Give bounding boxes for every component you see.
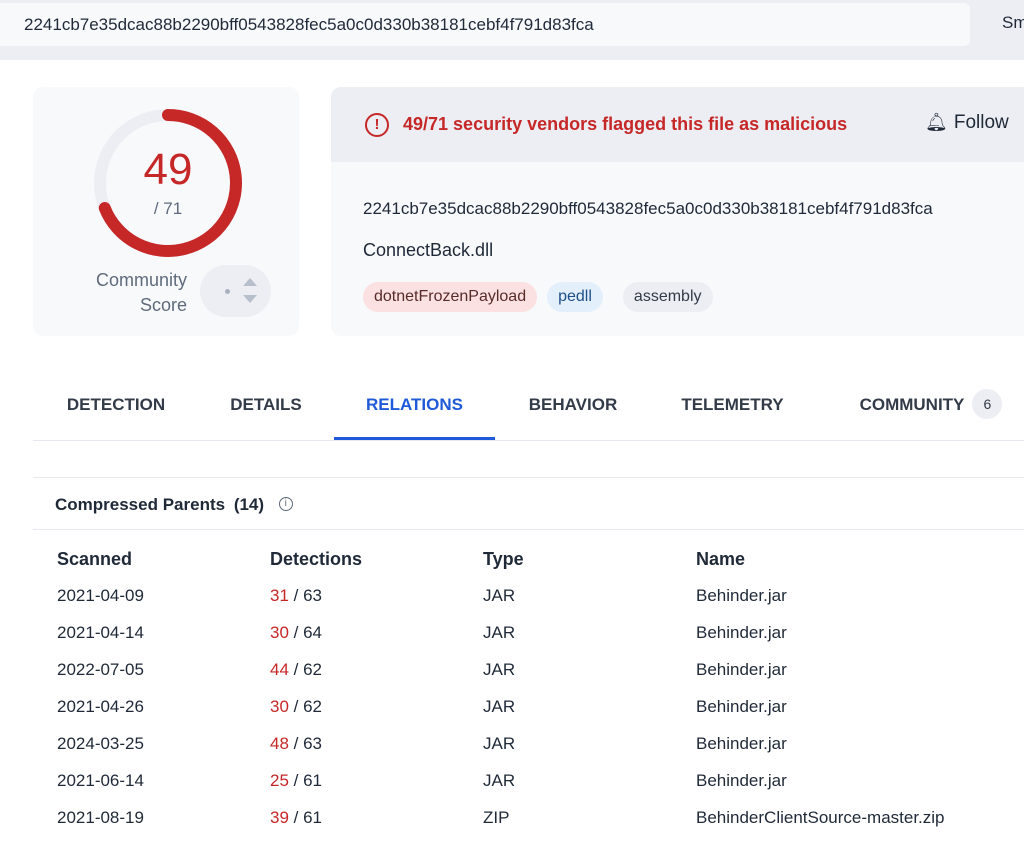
file-name-link[interactable]: Behinder.jar [696,697,787,717]
file-type: JAR [483,623,516,642]
detection-total: / 71 [153,199,183,218]
tab-community-label: COMMUNITY [859,395,965,414]
top-bar: Sm [0,0,1024,60]
detections-positives: 30 [270,623,289,642]
detections: 39 / 61 [270,808,322,828]
follow-label: Follow [953,112,1009,133]
file-name-link[interactable]: Behinder.jar [696,623,787,643]
file-name-link[interactable]: Behinder.jar [696,660,787,680]
exclamation-circle-icon: ! [365,113,389,137]
file-hash: 2241cb7e35dcac88b2290bff0543828fec5a0c0d… [363,199,933,218]
detections: 48 / 63 [270,734,322,754]
detections-positives: 30 [270,697,289,716]
alert-text: 49/71 security vendors flagged this file… [403,114,848,134]
tag-assembly[interactable]: assembly [622,282,713,312]
file-type: JAR [483,586,516,605]
detections: 44 / 62 [270,660,322,680]
file-name: ConnectBack.dll [363,240,494,260]
detections-total: / 62 [293,660,323,679]
tab-community[interactable]: COMMUNITY 6 [846,380,1016,440]
detections: 30 / 62 [270,697,322,717]
detections-total: / 62 [293,697,323,716]
detections-total: / 63 [293,586,323,605]
file-name-link[interactable]: Behinder.jar [696,734,787,754]
detection-score-card: 49 / 71 Community Score [33,87,299,336]
tag-list: dotnetFrozenPayload pedll assembly [363,282,713,312]
column-header-type[interactable]: Type [483,549,524,570]
detections: 30 / 64 [270,623,322,643]
detections: 25 / 61 [270,771,322,791]
divider [33,477,1024,478]
community-score-label: Community Score [96,268,187,318]
tab-detection[interactable]: DETECTION [65,380,167,440]
community-label-line2: Score [139,295,187,315]
detection-count: 49 [143,145,193,194]
community-label-line1: Community [95,270,187,290]
detections-positives: 31 [270,586,289,605]
table-row: 2021-08-19 39 / 61 ZIP BehinderClientSou… [0,808,1024,845]
community-count-badge: 6 [972,388,1003,419]
column-header-name[interactable]: Name [696,549,745,570]
follow-button[interactable]: 🔔︎ Follow [925,112,1009,134]
search-input[interactable] [0,3,970,46]
file-type: ZIP [483,808,510,827]
file-info-card: ! 49/71 security vendors flagged this fi… [331,87,1024,336]
section-title: Compressed Parents (14) i [55,495,293,515]
table-row: 2021-04-14 30 / 64 JAR Behinder.jar [0,623,1024,660]
tab-behavior[interactable]: BEHAVIOR [527,380,619,440]
scanned-date: 2021-08-19 [57,808,144,827]
scanned-date: 2021-06-14 [57,771,144,790]
scanned-date: 2021-04-14 [57,623,144,642]
detections-total: / 61 [293,771,323,790]
table-row: 2024-03-25 48 / 63 JAR Behinder.jar [0,734,1024,771]
scanned-date: 2021-04-26 [57,697,144,716]
section-count: (14) [233,495,265,514]
file-name-link[interactable]: Behinder.jar [696,771,787,791]
section-title-text: Compressed Parents [55,495,226,514]
detections-positives: 39 [270,808,289,827]
tab-details[interactable]: DETAILS [229,380,303,440]
file-name-link[interactable]: Behinder.jar [696,586,787,606]
bell-icon: 🔔︎ [925,112,948,132]
tab-telemetry[interactable]: TELEMETRY [680,380,785,440]
file-type: JAR [483,660,516,679]
detections-positives: 44 [270,660,289,679]
tag-dotnetfrozenpayload[interactable]: dotnetFrozenPayload [363,282,538,312]
table-row: 2022-07-05 44 / 62 JAR Behinder.jar [0,660,1024,697]
file-type: JAR [483,734,516,753]
file-type: JAR [483,697,516,716]
topbar-truncated-label[interactable]: Sm [1002,13,1024,33]
tab-relations[interactable]: RELATIONS [334,380,495,440]
tab-bar: DETECTION DETAILS RELATIONS BEHAVIOR TEL… [33,380,1024,441]
divider [33,529,1024,530]
detections-total: / 63 [293,734,323,753]
detections-total: / 61 [293,808,323,827]
file-name-link[interactable]: BehinderClientSource-master.zip [696,808,945,828]
detections: 31 / 63 [270,586,322,606]
detections-positives: 48 [270,734,289,753]
scanned-date: 2024-03-25 [57,734,144,753]
downvote-arrow-icon[interactable] [243,295,257,303]
column-header-scanned[interactable]: Scanned [57,549,132,570]
malicious-alert-bar: ! 49/71 security vendors flagged this fi… [331,87,1024,162]
table-row: 2021-06-14 25 / 61 JAR Behinder.jar [0,771,1024,808]
detections-total: / 64 [293,623,323,642]
scanned-date: 2022-07-05 [57,660,144,679]
table-row: 2021-04-09 31 / 63 JAR Behinder.jar [0,586,1024,623]
vote-score-dot-icon [225,289,230,294]
info-icon[interactable]: i [278,496,293,511]
community-vote-widget [200,265,271,317]
tag-pedll[interactable]: pedll [547,282,603,312]
column-header-detections[interactable]: Detections [270,549,362,570]
table-row: 2021-04-26 30 / 62 JAR Behinder.jar [0,697,1024,734]
detections-positives: 25 [270,771,289,790]
upvote-arrow-icon[interactable] [243,278,257,286]
file-type: JAR [483,771,516,790]
scanned-date: 2021-04-09 [57,586,144,605]
